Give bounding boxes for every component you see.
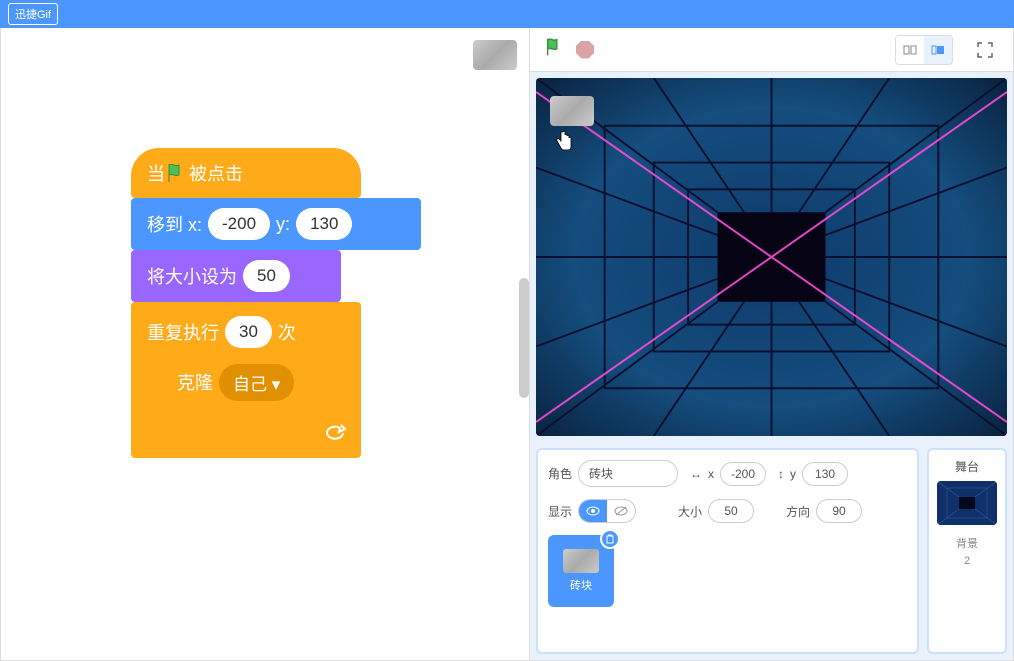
backdrop-label: 背景	[956, 535, 978, 551]
dropdown-clone-target[interactable]: 自己 ▾	[219, 364, 294, 401]
stage-viewport[interactable]	[536, 78, 1007, 436]
stage-size-toggle	[895, 35, 953, 65]
sprite-y-input[interactable]: 130	[802, 462, 848, 486]
input-size[interactable]: 50	[243, 260, 290, 292]
x-label: x	[708, 467, 714, 481]
block-set-size[interactable]: 将大小设为 50	[131, 250, 341, 302]
sprite-list: 砖块	[548, 535, 907, 607]
vertical-scrollbar[interactable]	[519, 278, 529, 398]
block-text: 重复执行	[147, 319, 219, 345]
sprite-card-label: 砖块	[570, 577, 592, 593]
input-y[interactable]: 130	[296, 208, 352, 240]
delete-sprite-button[interactable]	[600, 529, 620, 549]
block-text: 移到 x:	[147, 211, 202, 237]
block-text: y:	[276, 214, 290, 235]
stage-header	[530, 28, 1013, 72]
block-repeat[interactable]: 重复执行 30 次 克隆 自己 ▾	[131, 302, 361, 458]
size-label: 大小	[678, 503, 702, 520]
block-clone[interactable]: 克隆 自己 ▾	[161, 358, 331, 406]
input-x[interactable]: -200	[208, 208, 270, 240]
sprite-direction-input[interactable]: 90	[816, 499, 862, 523]
app-badge: 迅捷Gif	[8, 3, 58, 25]
backdrop-count: 2	[964, 555, 970, 567]
sprite-x-input[interactable]: -200	[720, 462, 766, 486]
stage-thumbnail[interactable]	[937, 481, 997, 525]
sprite-info-panel: 角色 砖块 ↔ x -200 ↕ y 130	[536, 448, 919, 654]
show-label: 显示	[548, 503, 572, 520]
show-sprite-button[interactable]	[579, 500, 607, 522]
sprite-name-input[interactable]: 砖块	[578, 460, 678, 487]
block-text: 克隆	[177, 369, 213, 395]
sprite-card-brick[interactable]: 砖块	[548, 535, 614, 607]
fullscreen-button[interactable]	[971, 36, 999, 64]
sprite-name-label: 角色	[548, 465, 572, 482]
block-goto-xy[interactable]: 移到 x: -200 y: 130	[131, 198, 421, 250]
stage-backdrop	[536, 78, 1007, 436]
titlebar: 迅捷Gif	[0, 0, 1014, 28]
stop-button[interactable]	[576, 41, 594, 59]
sprite-size-input[interactable]: 50	[708, 499, 754, 523]
arrows-h-icon: ↔	[690, 467, 702, 481]
green-flag-button[interactable]	[544, 36, 566, 63]
cursor-hand-icon	[554, 130, 574, 157]
code-editor-pane[interactable]: 当 被点击 移到 x: -200 y: 130 将大小设为 50	[0, 28, 530, 661]
direction-label: 方向	[786, 503, 810, 520]
hide-sprite-button[interactable]	[607, 500, 635, 522]
block-text: 当	[147, 160, 165, 186]
large-stage-button[interactable]	[924, 36, 952, 64]
block-when-flag-clicked[interactable]: 当 被点击	[131, 148, 361, 198]
arrows-v-icon: ↕	[778, 467, 784, 481]
stage-panel-title: 舞台	[955, 458, 979, 475]
sprite-thumbnail-corner	[473, 40, 517, 70]
stage-sprite-brick[interactable]	[550, 96, 594, 126]
block-text: 将大小设为	[147, 263, 237, 289]
stage-panel: 舞台 背景 2	[927, 448, 1007, 654]
repeat-arrow-icon	[323, 423, 347, 448]
block-stack[interactable]: 当 被点击 移到 x: -200 y: 130 将大小设为 50	[131, 148, 421, 458]
block-text: 被点击	[189, 160, 243, 186]
block-text: 次	[278, 319, 296, 345]
small-stage-button[interactable]	[896, 36, 924, 64]
input-repeat-times[interactable]: 30	[225, 316, 272, 348]
sprite-card-thumb	[563, 549, 599, 573]
y-label: y	[790, 467, 796, 481]
green-flag-icon	[165, 161, 189, 185]
